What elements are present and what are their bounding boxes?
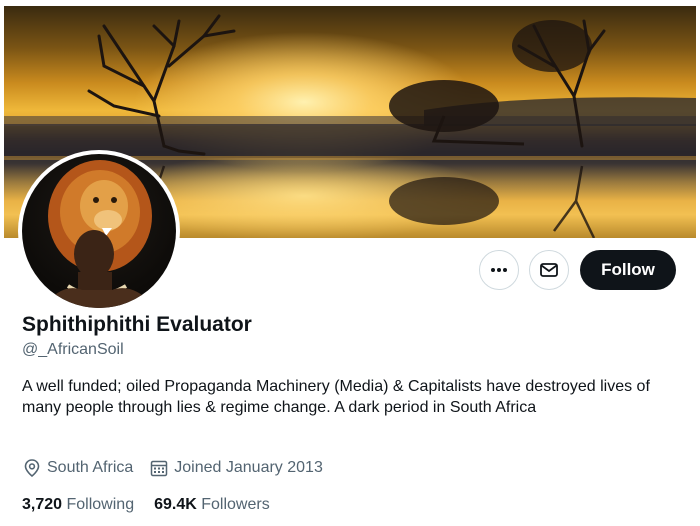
followers-link[interactable]: 69.4K Followers bbox=[154, 496, 270, 514]
user-handle: @_AfricanSoil bbox=[22, 341, 124, 358]
envelope-icon bbox=[540, 263, 558, 277]
avatar-image bbox=[22, 154, 176, 308]
joined-item: Joined January 2013 bbox=[149, 458, 323, 478]
followers-label: Followers bbox=[201, 496, 270, 513]
more-icon bbox=[491, 268, 507, 272]
profile-bio: A well funded; oiled Propaganda Machiner… bbox=[22, 378, 650, 416]
following-link[interactable]: 3,720 Following bbox=[22, 496, 134, 514]
following-count: 3,720 bbox=[22, 496, 63, 513]
display-name: Sphithiphithi Evaluator bbox=[22, 313, 252, 336]
location-pin-icon bbox=[24, 459, 40, 478]
following-label: Following bbox=[66, 496, 135, 513]
location-text: South Africa bbox=[47, 459, 134, 476]
more-button[interactable] bbox=[479, 250, 519, 290]
lion-warrior-avatar-icon bbox=[42, 160, 156, 308]
follow-button[interactable]: Follow bbox=[580, 250, 676, 290]
message-button[interactable] bbox=[529, 250, 569, 290]
profile-meta: South Africa Joined January 2013 bbox=[22, 458, 339, 478]
follow-stats: 3,720 Following 69.4K Followers bbox=[22, 496, 290, 514]
profile-card: Follow Sphithiphithi Evaluator @_African… bbox=[0, 0, 700, 526]
calendar-icon bbox=[151, 460, 168, 477]
location-item: South Africa bbox=[22, 458, 133, 478]
followers-count: 69.4K bbox=[154, 496, 197, 513]
profile-avatar[interactable] bbox=[18, 150, 180, 312]
joined-text: Joined January 2013 bbox=[174, 459, 323, 476]
